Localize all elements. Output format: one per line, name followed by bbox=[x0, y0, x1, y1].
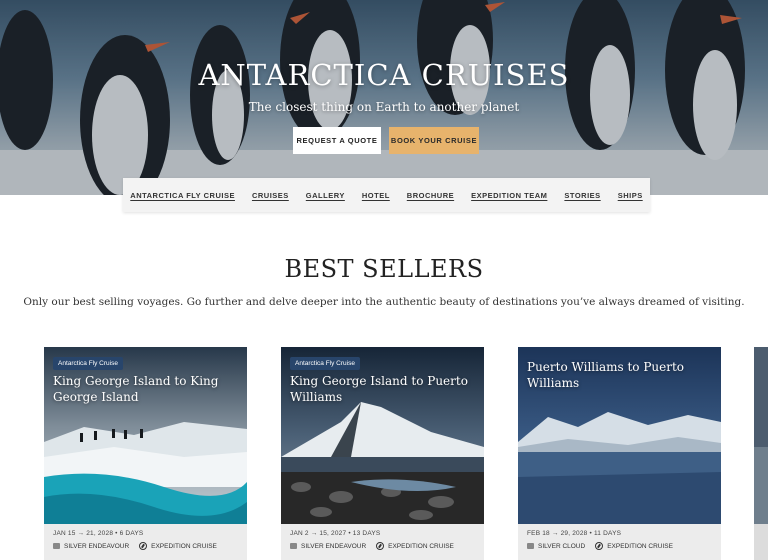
best-sellers-heading: BEST SELLERS bbox=[284, 255, 484, 283]
ship-icon bbox=[290, 543, 297, 549]
nav-item-stories[interactable]: STORIES bbox=[564, 191, 600, 200]
ship-icon bbox=[53, 543, 60, 549]
cruise-title[interactable]: King George Island to Puerto Williams bbox=[290, 373, 476, 405]
nav-item-cruises[interactable]: CRUISES bbox=[252, 191, 289, 200]
nav-item-ships[interactable]: SHIPS bbox=[618, 191, 643, 200]
compass-icon bbox=[595, 542, 604, 550]
compass-icon bbox=[376, 542, 385, 550]
request-quote-button[interactable]: REQUEST A QUOTE bbox=[293, 127, 381, 154]
hero-subtitle: The closest thing on Earth to another pl… bbox=[248, 100, 520, 114]
cruise-card[interactable]: Antarctica Fly Cruise King George Island… bbox=[281, 347, 484, 560]
nav-item-hotel[interactable]: HOTEL bbox=[362, 191, 390, 200]
cruise-tag: Antarctica Fly Cruise bbox=[290, 357, 360, 370]
nav-item-expedition-team[interactable]: EXPEDITION TEAM bbox=[471, 191, 547, 200]
penguins-image bbox=[0, 0, 768, 195]
best-sellers-description: Only our best selling voyages. Go furthe… bbox=[23, 296, 745, 308]
cruise-type: EXPEDITION CRUISE bbox=[607, 542, 673, 550]
cruise-title[interactable]: King George Island to King George Island bbox=[53, 373, 239, 405]
ship-name: SILVER ENDEAVOUR bbox=[301, 542, 367, 550]
ship-icon bbox=[527, 543, 534, 549]
section-nav: ANTARCTICA FLY CRUISE CRUISES GALLERY HO… bbox=[123, 178, 650, 212]
cruise-type: EXPEDITION CRUISE bbox=[151, 542, 217, 550]
cruise-card-image bbox=[754, 347, 768, 524]
cruise-dates: JAN 2 → 15, 2027 • 13 DAYS bbox=[290, 530, 381, 537]
book-cruise-button[interactable]: BOOK YOUR CRUISE bbox=[389, 127, 479, 154]
cruise-meta: SILVER CLOUD EXPEDITION CRUISE bbox=[527, 542, 673, 550]
cruise-card-partial[interactable] bbox=[754, 347, 768, 560]
cruise-dates: JAN 15 → 21, 2028 • 6 DAYS bbox=[53, 530, 144, 537]
cruise-tag: Antarctica Fly Cruise bbox=[53, 357, 123, 370]
cruise-title[interactable]: Puerto Williams to Puerto Williams bbox=[527, 359, 713, 391]
cruise-meta: SILVER ENDEAVOUR EXPEDITION CRUISE bbox=[290, 542, 454, 550]
page-title: ANTARCTICA CRUISES bbox=[198, 58, 570, 92]
nav-item-brochure[interactable]: BROCHURE bbox=[407, 191, 454, 200]
cruise-card[interactable]: Antarctica Fly Cruise King George Island… bbox=[44, 347, 247, 560]
nav-item-antarctica-fly-cruise[interactable]: ANTARCTICA FLY CRUISE bbox=[130, 191, 235, 200]
hero-banner: ANTARCTICA CRUISES The closest thing on … bbox=[0, 0, 768, 195]
cruise-card[interactable]: Puerto Williams to Puerto Williams FEB 1… bbox=[518, 347, 721, 560]
compass-icon bbox=[139, 542, 148, 550]
ship-name: SILVER CLOUD bbox=[538, 542, 586, 550]
cruise-meta: SILVER ENDEAVOUR EXPEDITION CRUISE bbox=[53, 542, 217, 550]
ship-name: SILVER ENDEAVOUR bbox=[64, 542, 130, 550]
nav-item-gallery[interactable]: GALLERY bbox=[306, 191, 345, 200]
cruise-type: EXPEDITION CRUISE bbox=[388, 542, 454, 550]
cruise-dates: FEB 18 → 29, 2028 • 11 DAYS bbox=[527, 530, 622, 537]
